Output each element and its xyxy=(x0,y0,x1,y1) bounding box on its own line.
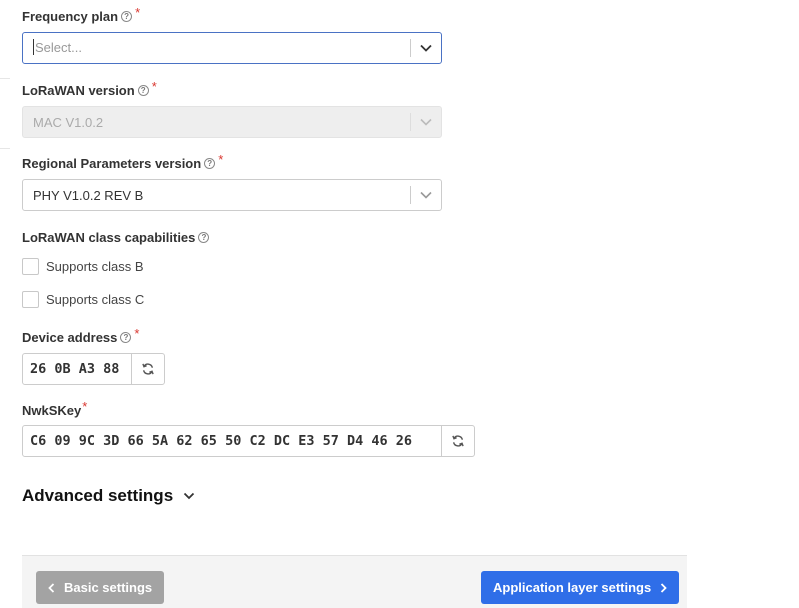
required-marker: * xyxy=(218,151,224,167)
chevron-down-icon[interactable] xyxy=(183,492,195,500)
supports-class-c-checkbox[interactable] xyxy=(22,291,39,308)
help-icon[interactable]: ? xyxy=(121,10,133,22)
device-address-field: Device address ? * xyxy=(22,325,140,346)
supports-class-c-label[interactable]: Supports class C xyxy=(46,292,144,307)
supports-class-b-label[interactable]: Supports class B xyxy=(46,259,144,274)
advanced-settings-toggle[interactable]: Advanced settings xyxy=(22,486,195,506)
refresh-icon[interactable] xyxy=(441,426,474,456)
regional-params-field: Regional Parameters version ? * xyxy=(22,151,224,172)
chevron-right-icon xyxy=(661,582,667,593)
basic-settings-button[interactable]: Basic settings xyxy=(36,571,165,604)
lorawan-version-field: LoRaWAN version ? * xyxy=(22,78,157,99)
frequency-plan-select[interactable]: Select... xyxy=(22,32,442,64)
application-layer-settings-label: Application layer settings xyxy=(493,580,652,595)
nwkskey-input[interactable]: C6 09 9C 3D 66 5A 62 65 50 C2 DC E3 57 D… xyxy=(22,425,475,457)
left-panel-edge xyxy=(0,148,10,149)
regional-params-label: Regional Parameters version ? * xyxy=(22,151,224,171)
supports-class-b-checkbox[interactable] xyxy=(22,258,39,275)
chevron-left-icon xyxy=(48,582,55,593)
nwkskey-label: NwkSKey * xyxy=(22,398,88,418)
chevron-down-icon xyxy=(411,107,441,137)
required-marker: * xyxy=(151,78,157,94)
required-marker: * xyxy=(134,325,140,341)
advanced-settings-title[interactable]: Advanced settings xyxy=(22,486,173,506)
lorawan-version-label: LoRaWAN version ? * xyxy=(22,78,157,98)
regional-params-select[interactable]: PHY V1.0.2 REV B xyxy=(22,179,442,211)
required-marker: * xyxy=(135,4,141,20)
lorawan-version-select: MAC V1.0.2 xyxy=(22,106,442,138)
help-icon[interactable]: ? xyxy=(198,231,210,243)
regional-params-value: PHY V1.0.2 REV B xyxy=(33,187,144,203)
basic-settings-label: Basic settings xyxy=(64,580,153,595)
supports-class-c-option[interactable]: Supports class C xyxy=(22,291,144,308)
help-icon[interactable]: ? xyxy=(120,331,132,343)
device-address-input[interactable]: 26 0B A3 88 xyxy=(22,353,165,385)
help-icon[interactable]: ? xyxy=(204,157,216,169)
frequency-plan-placeholder: Select... xyxy=(35,39,82,55)
device-address-value[interactable]: 26 0B A3 88 xyxy=(23,354,131,384)
class-capabilities-label: LoRaWAN class capabilities ? xyxy=(22,228,210,246)
required-marker: * xyxy=(82,398,88,414)
chevron-down-icon[interactable] xyxy=(411,180,441,210)
device-address-label: Device address ? * xyxy=(22,325,140,345)
form-footer: Basic settings Application layer setting… xyxy=(22,555,687,608)
nwkskey-value[interactable]: C6 09 9C 3D 66 5A 62 65 50 C2 DC E3 57 D… xyxy=(23,426,441,456)
application-layer-settings-button[interactable]: Application layer settings xyxy=(481,571,680,604)
chevron-down-icon[interactable] xyxy=(411,33,441,63)
left-panel-edge xyxy=(0,78,10,79)
help-icon[interactable]: ? xyxy=(137,84,149,96)
text-cursor xyxy=(33,39,34,56)
lorawan-version-value: MAC V1.0.2 xyxy=(33,114,104,130)
frequency-plan-field: Frequency plan ? * xyxy=(22,4,141,25)
class-capabilities-field: LoRaWAN class capabilities ? xyxy=(22,228,210,246)
nwkskey-field: NwkSKey * xyxy=(22,398,88,419)
refresh-icon[interactable] xyxy=(131,354,164,384)
supports-class-b-option[interactable]: Supports class B xyxy=(22,258,144,275)
frequency-plan-label: Frequency plan ? * xyxy=(22,4,141,24)
